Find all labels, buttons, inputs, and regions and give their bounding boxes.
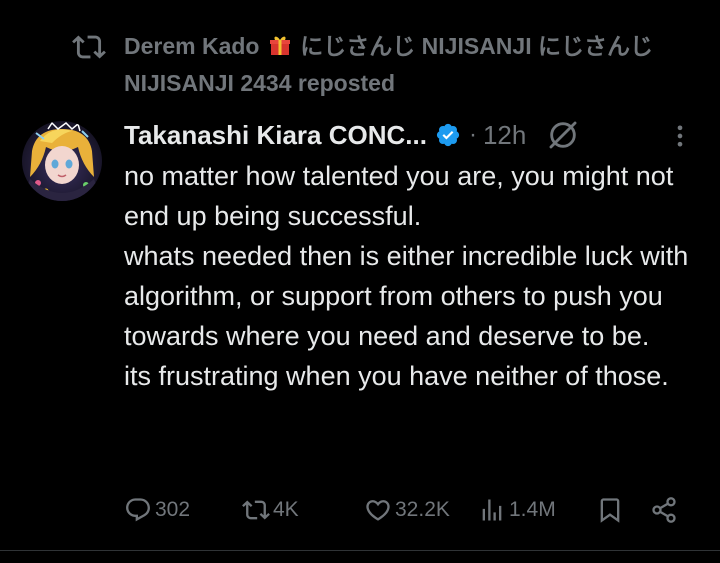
share-button[interactable] [650, 490, 678, 530]
like-button[interactable]: 32.2K [364, 490, 450, 530]
separator-dot: · [468, 121, 477, 148]
bookmark-icon [600, 498, 620, 523]
repost-button[interactable]: 4K [242, 490, 299, 530]
repost-icon [72, 35, 106, 59]
bookmark-button[interactable] [596, 490, 624, 530]
reply-count: 302 [155, 498, 191, 521]
avatar-image [22, 121, 102, 201]
like-count: 32.2K [395, 498, 450, 521]
repost-count: 4K [273, 498, 299, 521]
views-button[interactable]: 1.4M [478, 490, 556, 530]
repost-label: Derem Kado にじさんじ NIJISANJI にじさんじ NIJISAN… [124, 28, 712, 102]
grok-icon[interactable] [546, 118, 580, 152]
display-name[interactable]: Takanashi Kiara CONC... [124, 120, 427, 151]
reply-button[interactable]: 302 [124, 490, 190, 530]
repost-icon [242, 500, 270, 520]
repost-action: reposted [297, 70, 396, 96]
avatar[interactable] [22, 121, 102, 201]
timestamp[interactable]: 12h [483, 120, 526, 151]
tweet-text: no matter how talented you are, you migh… [124, 156, 704, 396]
reposter-name[interactable]: Derem Kado [124, 33, 259, 59]
verified-badge-icon [436, 123, 460, 147]
tweet-paragraph: its frustrating when you have neither of… [124, 361, 669, 391]
tweet-paragraph: no matter how talented you are, you migh… [124, 161, 674, 231]
tweet-header: Takanashi Kiara CONC... · 12h [124, 113, 580, 157]
views-count: 1.4M [509, 498, 556, 521]
reply-icon [126, 498, 150, 522]
repost-context[interactable]: Derem Kado にじさんじ NIJISANJI にじさんじ NIJISAN… [72, 28, 712, 102]
gift-icon [269, 36, 290, 55]
share-icon [652, 497, 676, 523]
more-options-icon[interactable] [666, 122, 694, 150]
views-chart-icon [482, 499, 502, 521]
action-bar: 302 4K 32.2K 1.4M [124, 490, 694, 530]
tweet-divider [0, 550, 720, 551]
heart-icon [366, 500, 390, 521]
tweet-paragraph: whats needed then is either incredible l… [124, 241, 689, 351]
